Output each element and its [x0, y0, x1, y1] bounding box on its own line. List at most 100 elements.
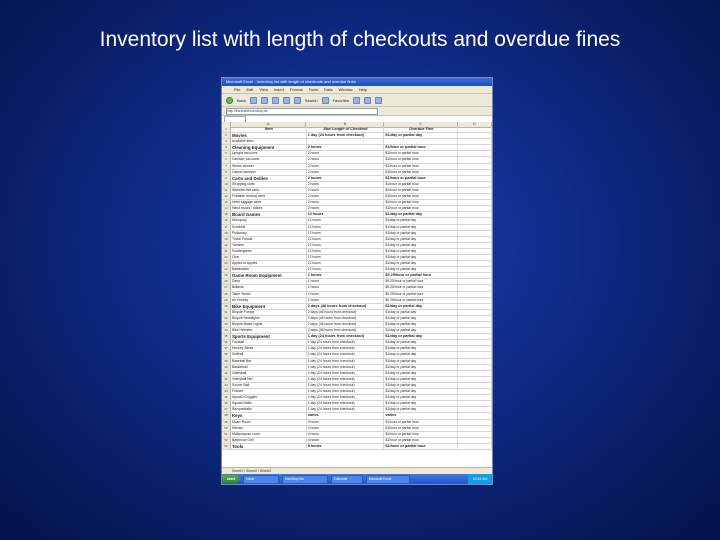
cell-max-length[interactable]: 1 day (24 hours from checkout): [307, 334, 385, 340]
cell-max-length[interactable]: 1 day (24 hours from checkout): [307, 389, 385, 395]
empty-cell[interactable]: [458, 303, 492, 309]
empty-cell[interactable]: [458, 242, 492, 248]
row-number[interactable]: 6: [222, 157, 231, 163]
empty-cell[interactable]: [458, 157, 492, 163]
row-number[interactable]: 42: [222, 376, 231, 382]
row-number[interactable]: 40: [222, 364, 231, 370]
history-icon[interactable]: [353, 96, 361, 104]
row-number[interactable]: 18: [222, 230, 231, 236]
empty-cell[interactable]: [458, 389, 492, 395]
row-number[interactable]: 7: [222, 163, 231, 169]
empty-cell[interactable]: [458, 181, 492, 187]
stop-icon[interactable]: [260, 96, 268, 104]
cell-item[interactable]: Barbecue Grill: [231, 437, 307, 443]
cell-item[interactable]: Hotel luggage carts: [231, 200, 307, 206]
menu-window[interactable]: Window: [338, 86, 352, 93]
cell-item[interactable]: Board Games: [231, 212, 307, 218]
favorites-label[interactable]: Favorites: [333, 98, 349, 103]
empty-cell[interactable]: [458, 328, 492, 334]
cell-overdue-fine[interactable]: $1/hour or partial hour: [384, 187, 459, 194]
cell-max-length[interactable]: 12 hours: [307, 267, 385, 273]
cell-max-length[interactable]: 12 hours: [307, 261, 385, 267]
cell-max-length[interactable]: 1 day (24 hours from checkout): [307, 358, 385, 364]
empty-cell[interactable]: [458, 163, 492, 169]
row-number[interactable]: 13: [222, 200, 231, 206]
cell-item[interactable]: Soccer Ball: [231, 382, 307, 389]
empty-cell[interactable]: [458, 224, 492, 230]
cell-max-length[interactable]: 2 hours: [307, 200, 385, 206]
cell-item[interactable]: Movies: [231, 133, 307, 139]
cell-overdue-fine[interactable]: $1/day or partial day: [384, 230, 459, 236]
empty-cell[interactable]: [458, 401, 492, 407]
cell-max-length[interactable]: 2 days (48 hours from checkout): [307, 328, 385, 334]
row-number[interactable]: 31: [222, 309, 231, 315]
cell-max-length[interactable]: [307, 139, 385, 145]
forward-icon[interactable]: [249, 96, 257, 104]
menu-insert[interactable]: Insert: [274, 86, 284, 93]
row-number[interactable]: 15: [222, 212, 231, 218]
cell-overdue-fine[interactable]: $1/day or partial day: [384, 389, 459, 395]
cell-overdue-fine[interactable]: $1/day or partial day: [384, 376, 459, 382]
empty-cell[interactable]: [458, 431, 492, 437]
refresh-icon[interactable]: [271, 96, 279, 104]
cell-overdue-fine[interactable]: $1/hour or partial hour: [384, 163, 459, 169]
row-number[interactable]: 37: [222, 346, 231, 352]
cell-overdue-fine[interactable]: $1/day or partial day: [384, 133, 459, 139]
cell-max-length[interactable]: 2 hours: [307, 145, 385, 151]
cell-max-length[interactable]: 2 hours: [307, 194, 385, 200]
address-input[interactable]: http://intranet/inventory.xls: [226, 107, 378, 115]
cell-item[interactable]: Table Tennis: [231, 291, 307, 297]
cell-overdue-fine[interactable]: $1/day or partial day: [384, 242, 459, 248]
menu-view[interactable]: View: [259, 86, 268, 93]
row-number[interactable]: 38: [222, 352, 231, 358]
cell-max-length[interactable]: 12 hours: [307, 212, 385, 218]
row-number[interactable]: 46: [222, 401, 231, 407]
cell-item[interactable]: Wheeled flat carts: [231, 187, 307, 194]
cell-item[interactable]: Cleaning Equipment: [231, 145, 307, 151]
cell-item[interactable]: Sports Equipment: [231, 334, 307, 340]
empty-cell[interactable]: [458, 218, 492, 224]
empty-cell[interactable]: [458, 382, 492, 389]
cell-max-length[interactable]: 12 hours: [307, 230, 385, 236]
cell-item[interactable]: Racquetballs: [231, 407, 307, 413]
menu-data[interactable]: Data: [324, 86, 332, 93]
empty-cell[interactable]: [458, 419, 492, 425]
empty-cell[interactable]: [458, 364, 492, 370]
cell-item[interactable]: Scrabble: [231, 224, 307, 230]
row-number[interactable]: 19: [222, 236, 231, 242]
cell-max-length[interactable]: 2 days (48 hours from checkout): [307, 303, 385, 309]
empty-cell[interactable]: [458, 212, 492, 218]
menu-help[interactable]: Help: [359, 86, 367, 93]
row-number[interactable]: 20: [222, 242, 231, 248]
empty-cell[interactable]: [458, 309, 492, 315]
cell-overdue-fine[interactable]: $1/hour or partial hour: [384, 425, 459, 431]
header-max-length[interactable]: Max Length of Checkout: [307, 127, 385, 133]
cell-item[interactable]: Yahtzee: [231, 242, 307, 248]
empty-cell[interactable]: [458, 194, 492, 200]
cell-max-length[interactable]: 2 hours: [307, 163, 385, 169]
cell-max-length[interactable]: 2 hours: [307, 187, 385, 194]
cell-item[interactable]: Shopping carts: [231, 181, 307, 187]
row-number[interactable]: 16: [222, 218, 231, 224]
empty-cell[interactable]: [458, 279, 492, 285]
empty-cell[interactable]: [458, 425, 492, 431]
cell-max-length[interactable]: 2 hours: [307, 157, 385, 163]
empty-cell[interactable]: [458, 340, 492, 346]
cell-overdue-fine[interactable]: $1/hour or partial hour: [384, 431, 459, 437]
cell-overdue-fine[interactable]: $1/day or partial day: [384, 328, 459, 334]
row-number[interactable]: 1: [222, 127, 231, 133]
cell-overdue-fine[interactable]: $1/day or partial day: [384, 254, 459, 261]
cell-max-length[interactable]: 1 hours: [307, 297, 385, 303]
empty-cell[interactable]: [458, 443, 492, 449]
cell-max-length[interactable]: 2 days (48 hours from checkout): [307, 315, 385, 321]
cell-item[interactable]: Canister vacuums: [231, 157, 307, 163]
menu-file[interactable]: File: [234, 86, 240, 93]
empty-cell[interactable]: [458, 291, 492, 297]
row-number[interactable]: 53: [222, 443, 231, 449]
row-number[interactable]: 8: [222, 169, 231, 175]
row-number[interactable]: 43: [222, 382, 231, 389]
empty-cell[interactable]: [458, 413, 492, 419]
cell-max-length[interactable]: varies: [307, 413, 385, 419]
row-number[interactable]: 41: [222, 370, 231, 376]
row-number[interactable]: 49: [222, 419, 231, 425]
